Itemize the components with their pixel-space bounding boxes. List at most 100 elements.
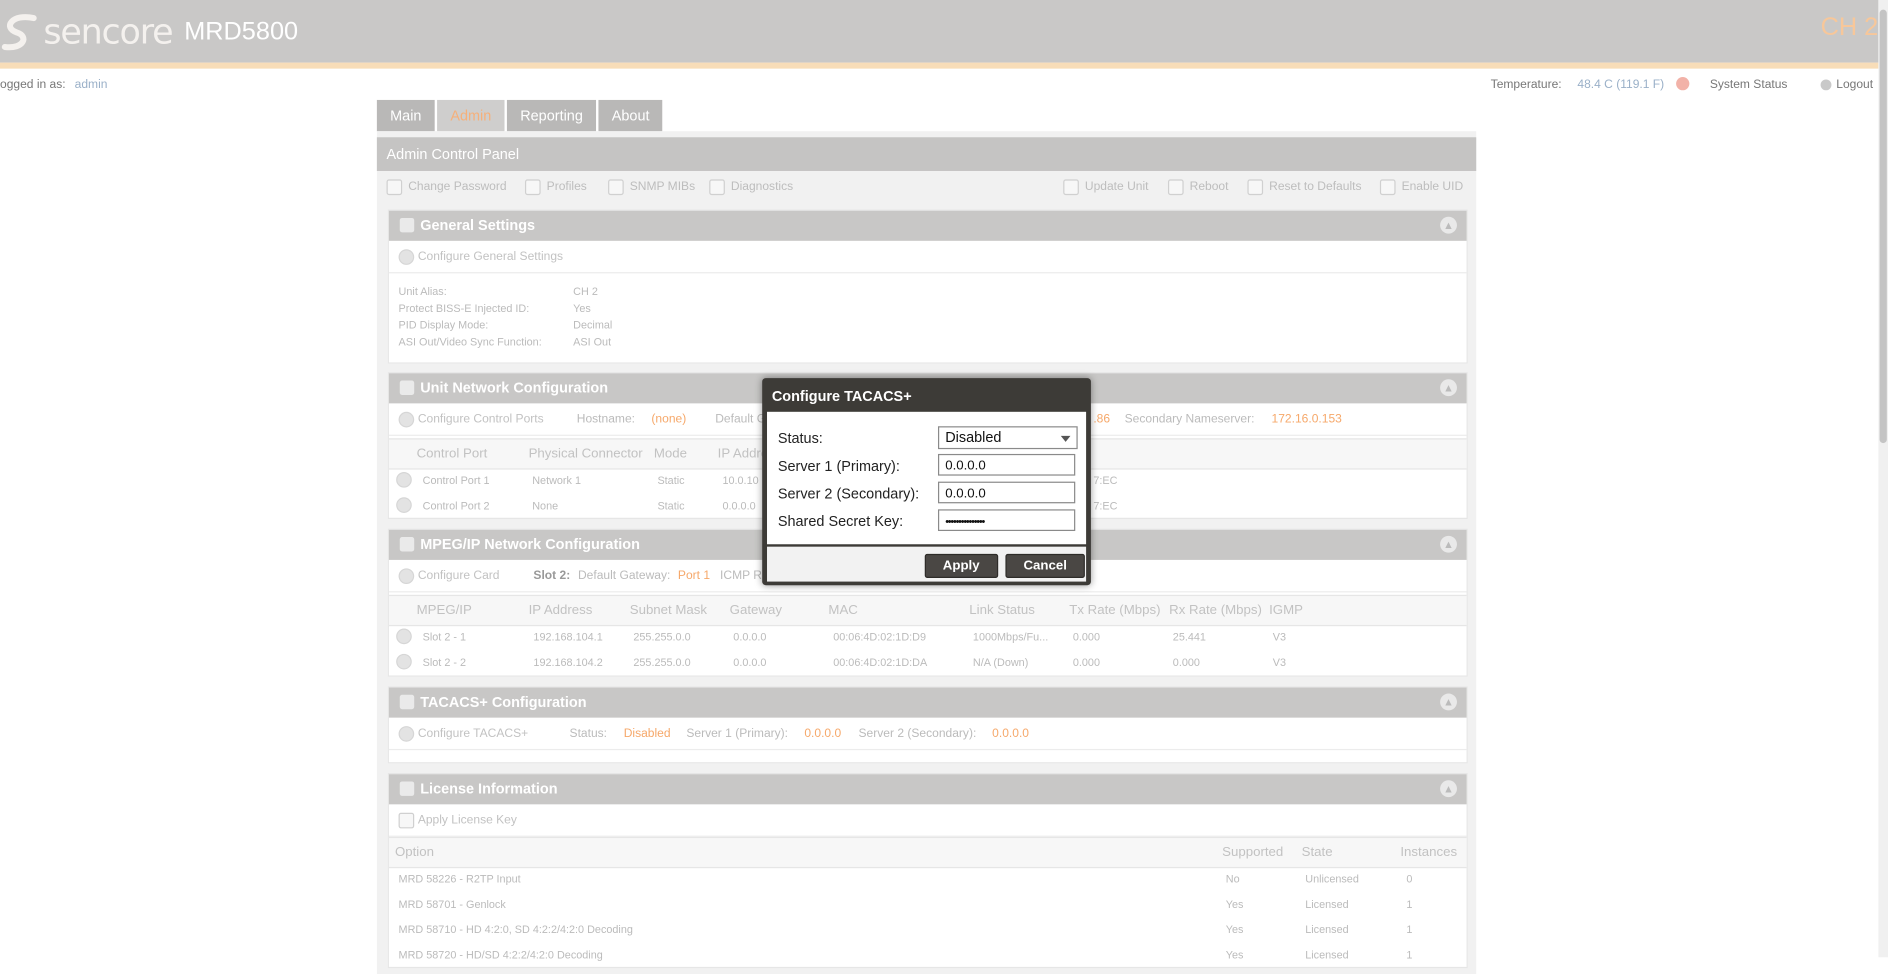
tab-reporting[interactable]: Reporting xyxy=(506,99,597,132)
table-row: Slot 2 - 2 192.168.104.2 255.255.0.0 0.0… xyxy=(389,650,1467,674)
diagnostics-label: Diagnostics xyxy=(730,180,794,194)
tab-main[interactable]: Main xyxy=(376,99,435,132)
row-connector: None xyxy=(532,499,559,512)
uid-icon xyxy=(1379,179,1396,196)
diagnostics-button[interactable]: Diagnostics xyxy=(709,179,794,196)
col-rx-rate: Rx Rate (Mbps) xyxy=(1169,603,1262,618)
collapse-icon[interactable]: ▲ xyxy=(1440,379,1457,397)
gear-icon[interactable] xyxy=(396,497,412,513)
collapse-icon[interactable]: ▲ xyxy=(1440,693,1457,711)
snmp-mibs-button[interactable]: SNMP MIBs xyxy=(608,179,696,196)
shared-secret-input[interactable]: ••••••••••••••• xyxy=(937,509,1076,532)
reboot-button[interactable]: Reboot xyxy=(1167,179,1228,196)
scrollbar-thumb[interactable] xyxy=(1879,9,1887,444)
row-mac: 00:06:4D:02:1D:DA xyxy=(833,656,928,669)
pid-display-label: PID Display Mode: xyxy=(398,319,489,332)
row-instances: 1 xyxy=(1406,923,1413,936)
status-select[interactable]: Disabled xyxy=(937,426,1078,450)
cancel-button[interactable]: Cancel xyxy=(1005,553,1085,578)
row-tx-rate: 0.000 xyxy=(1072,656,1100,669)
tab-admin[interactable]: Admin xyxy=(437,99,505,132)
unit-alias-label: Unit Alias: xyxy=(398,285,447,298)
logout-link[interactable]: Logout xyxy=(1820,78,1874,92)
profiles-button[interactable]: Profiles xyxy=(524,179,587,196)
collapse-icon[interactable]: ▲ xyxy=(1440,535,1457,553)
product-name: MRD5800 xyxy=(184,18,299,46)
key-icon xyxy=(399,694,415,710)
mpeg-network-icon xyxy=(399,537,415,552)
tacacs-title: TACACS+ Configuration xyxy=(420,693,587,711)
license-section: License Information ▲ Apply License Key … xyxy=(387,773,1468,969)
configure-card-button[interactable]: Configure Card xyxy=(418,570,500,583)
mib-icon xyxy=(608,179,624,196)
reset-defaults-button[interactable]: Reset to Defaults xyxy=(1247,179,1361,196)
server1-input[interactable]: 0.0.0.0 xyxy=(937,453,1076,476)
col-gateway: Gateway xyxy=(729,603,782,618)
col-link-status: Link Status xyxy=(969,603,1035,618)
gear-icon xyxy=(398,411,415,428)
tacacs-header[interactable]: TACACS+ Configuration ▲ xyxy=(388,687,1467,718)
enable-uid-button[interactable]: Enable UID xyxy=(1379,179,1463,196)
status-label: Status: xyxy=(777,429,823,447)
default-gateway-label: Default G xyxy=(715,413,767,427)
general-settings-header[interactable]: General Settings ▲ xyxy=(388,210,1467,241)
license-header[interactable]: License Information ▲ xyxy=(388,774,1467,805)
server2-input[interactable]: 0.0.0.0 xyxy=(937,481,1076,504)
configure-tacacs-dialog: Configure TACACS+ Status: Disabled Serve… xyxy=(762,378,1091,586)
tacacs-server1-value: 0.0.0.0 xyxy=(804,727,842,741)
row-tx-rate: 0.000 xyxy=(1072,630,1100,643)
gear-icon[interactable] xyxy=(396,472,412,488)
tacacs-server2-label: Server 2 (Secondary): xyxy=(858,727,977,741)
apply-license-button[interactable]: Apply License Key xyxy=(418,814,517,827)
row-supported: Yes xyxy=(1225,948,1244,961)
general-settings-section: General Settings ▲ Configure General Set… xyxy=(387,209,1468,364)
mpeg-ip-title: MPEG/IP Network Configuration xyxy=(420,535,640,553)
dialog-title: Configure TACACS+ xyxy=(771,387,912,405)
row-mode: Static xyxy=(657,474,685,487)
col-control-port: Control Port xyxy=(416,446,488,462)
tacacs-status-label: Status: xyxy=(569,727,608,741)
apply-license-bar: Apply License Key xyxy=(388,804,1467,837)
logo-swirl-icon xyxy=(1,14,37,51)
configure-general-settings[interactable]: Configure General Settings xyxy=(388,241,1467,274)
row-rx-rate: 0.000 xyxy=(1172,656,1200,669)
logout-label: Logout xyxy=(1836,78,1874,92)
collapse-icon[interactable]: ▲ xyxy=(1440,216,1457,234)
page-root: sencore MRD5800 CH 2 ogged in as: admin … xyxy=(0,0,1888,974)
reset-icon xyxy=(1247,179,1264,196)
gear-icon[interactable] xyxy=(396,628,412,645)
row-instances: 1 xyxy=(1406,898,1413,911)
col-instances: Instances xyxy=(1400,845,1458,860)
row-gateway: 0.0.0.0 xyxy=(733,630,767,643)
unit-alias-value: CH 2 xyxy=(573,285,598,298)
app-header: sencore MRD5800 CH 2 xyxy=(0,0,1879,63)
username-link[interactable]: admin xyxy=(75,78,108,91)
change-password-label: Change Password xyxy=(408,180,507,194)
tacacs-server2-value: 0.0.0.0 xyxy=(992,727,1030,741)
snmp-mibs-label: SNMP MIBs xyxy=(629,180,696,194)
configure-tacacs-bar: Configure TACACS+ Status: Disabled Serve… xyxy=(388,718,1467,751)
configure-control-ports-button[interactable]: Configure Control Ports xyxy=(418,413,544,426)
col-ip-address: IP Address xyxy=(528,603,593,618)
update-unit-button[interactable]: Update Unit xyxy=(1063,179,1148,196)
collapse-icon[interactable]: ▲ xyxy=(1440,780,1457,798)
row-supported: Yes xyxy=(1225,898,1244,911)
tab-about[interactable]: About xyxy=(598,99,663,132)
license-key-icon xyxy=(398,812,415,829)
row-ip: 192.168.104.1 xyxy=(533,630,603,643)
protect-biss-label: Protect BISS-E Injected ID: xyxy=(398,302,530,315)
user-icon xyxy=(1820,79,1832,91)
row-option: MRD 58701 - Genlock xyxy=(398,898,506,911)
apply-button[interactable]: Apply xyxy=(924,553,998,578)
gear-icon[interactable] xyxy=(396,653,412,670)
header-stripe xyxy=(0,62,1879,69)
list-item: MRD 58720 - HD/SD 4:2:2/4:2:0 Decoding Y… xyxy=(389,943,1467,967)
system-status-link[interactable]: System Status xyxy=(1710,78,1788,91)
license-icon xyxy=(399,781,415,796)
row-slot: Slot 2 - 2 xyxy=(422,656,467,669)
change-password-button[interactable]: Change Password xyxy=(386,179,507,196)
logged-in-label: ogged in as: xyxy=(0,78,66,92)
list-item: MRD 58710 - HD 4:2:0, SD 4:2:2/4:2:0 Dec… xyxy=(389,918,1467,942)
configure-tacacs-button[interactable]: Configure TACACS+ xyxy=(418,727,528,740)
pid-display-value: Decimal xyxy=(573,319,613,332)
